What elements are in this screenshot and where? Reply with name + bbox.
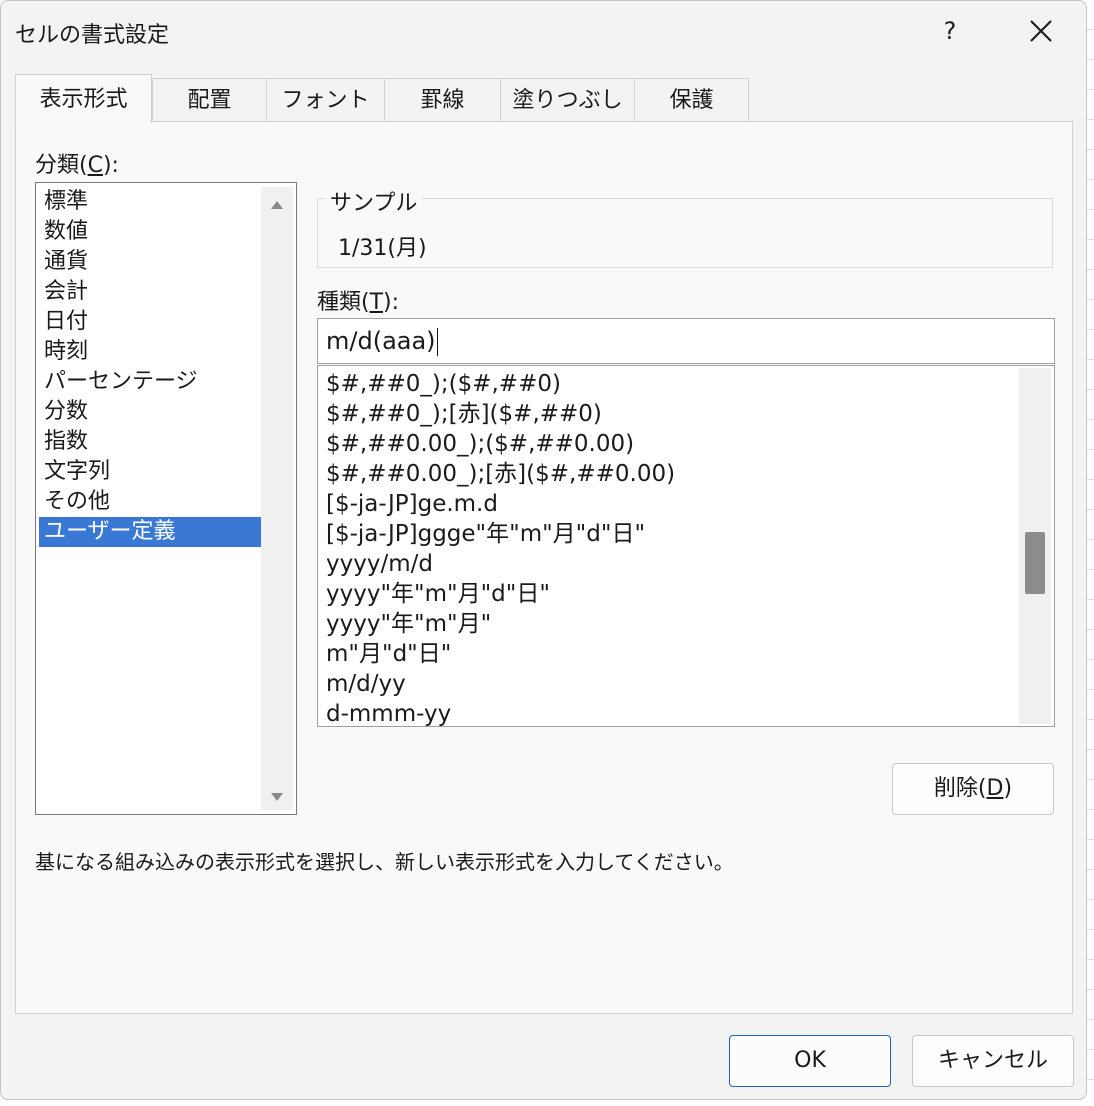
help-button[interactable]: ? [923, 9, 977, 53]
sample-value: 1/31(月) [338, 236, 427, 261]
delete-button[interactable]: 削除(D) [892, 763, 1054, 815]
format-item[interactable]: $#,##0.00_);[赤]($#,##0.00) [326, 459, 675, 489]
tab-fill[interactable]: 塗りつぶし [500, 78, 635, 122]
category-item-accounting[interactable]: 会計 [39, 277, 261, 307]
ok-button[interactable]: OK [729, 1035, 891, 1087]
format-item[interactable]: [$-ja-JP]ggge"年"m"月"d"日" [326, 519, 645, 549]
format-item[interactable]: m"月"d"日" [326, 639, 451, 669]
format-item[interactable]: yyyy"年"m"月" [326, 609, 491, 639]
tab-alignment[interactable]: 配置 [152, 78, 267, 122]
type-label: 種類(T): [317, 290, 400, 315]
tab-strip: 表示形式 配置 フォント 罫線 塗りつぶし 保護 [15, 74, 1075, 123]
category-item-number[interactable]: 数値 [39, 217, 261, 247]
format-scrollbar[interactable] [1019, 368, 1051, 724]
close-icon [1030, 20, 1052, 42]
category-item-custom[interactable]: ユーザー定義 [39, 517, 261, 547]
format-item[interactable]: $#,##0.00_);($#,##0.00) [326, 429, 634, 459]
cancel-button[interactable]: キャンセル [912, 1035, 1074, 1087]
category-item-standard[interactable]: 標準 [39, 187, 261, 217]
dialog-title: セルの書式設定 [15, 23, 170, 48]
description-text: 基になる組み込みの表示形式を選択し、新しい表示形式を入力してください。 [35, 850, 734, 874]
scroll-down-icon[interactable] [271, 793, 283, 801]
format-item[interactable]: $#,##0_);($#,##0) [326, 369, 561, 399]
sample-group [317, 198, 1053, 268]
tab-font[interactable]: フォント [266, 78, 385, 122]
category-scrollbar[interactable] [261, 187, 293, 810]
format-item[interactable]: m/d/yy [326, 669, 406, 699]
title-bar: セルの書式設定 ? [1, 1, 1086, 59]
format-item[interactable]: $#,##0_);[赤]($#,##0) [326, 399, 602, 429]
tab-border[interactable]: 罫線 [384, 78, 501, 122]
format-item[interactable]: yyyy/m/d [326, 549, 433, 579]
text-caret [436, 328, 438, 356]
category-item-scientific[interactable]: 指数 [39, 427, 261, 457]
format-scrollbar-thumb[interactable] [1025, 532, 1045, 594]
sample-label: サンプル [326, 185, 422, 217]
category-list[interactable]: 標準 数値 通貨 会計 日付 時刻 パーセンテージ 分数 指数 文字列 その他 … [35, 182, 297, 815]
format-item[interactable]: d-mmm-yy [326, 699, 451, 726]
format-item[interactable]: [$-ja-JP]ge.m.d [326, 489, 498, 519]
tab-number-format[interactable]: 表示形式 [15, 74, 152, 123]
spreadsheet-grid-background [1086, 0, 1094, 1106]
format-list[interactable]: $#,##0_);($#,##0) $#,##0_);[赤]($#,##0) $… [317, 365, 1055, 727]
category-item-fraction[interactable]: 分数 [39, 397, 261, 427]
category-item-date[interactable]: 日付 [39, 307, 261, 337]
tab-protection[interactable]: 保護 [634, 78, 749, 122]
type-input-value: m/d(aaa) [326, 327, 436, 355]
format-item[interactable]: yyyy"年"m"月"d"日" [326, 579, 550, 609]
type-input[interactable]: m/d(aaa) [317, 318, 1055, 364]
category-item-time[interactable]: 時刻 [39, 337, 261, 367]
format-cells-dialog: セルの書式設定 ? 表示形式 配置 フォント 罫線 塗りつぶし 保護 分類(C)… [0, 0, 1087, 1100]
scroll-up-icon[interactable] [271, 201, 283, 209]
category-item-currency[interactable]: 通貨 [39, 247, 261, 277]
category-label: 分類(C): [35, 153, 119, 178]
category-item-special[interactable]: その他 [39, 487, 261, 517]
category-item-text[interactable]: 文字列 [39, 457, 261, 487]
category-item-percentage[interactable]: パーセンテージ [39, 367, 261, 397]
close-button[interactable] [1013, 9, 1069, 53]
